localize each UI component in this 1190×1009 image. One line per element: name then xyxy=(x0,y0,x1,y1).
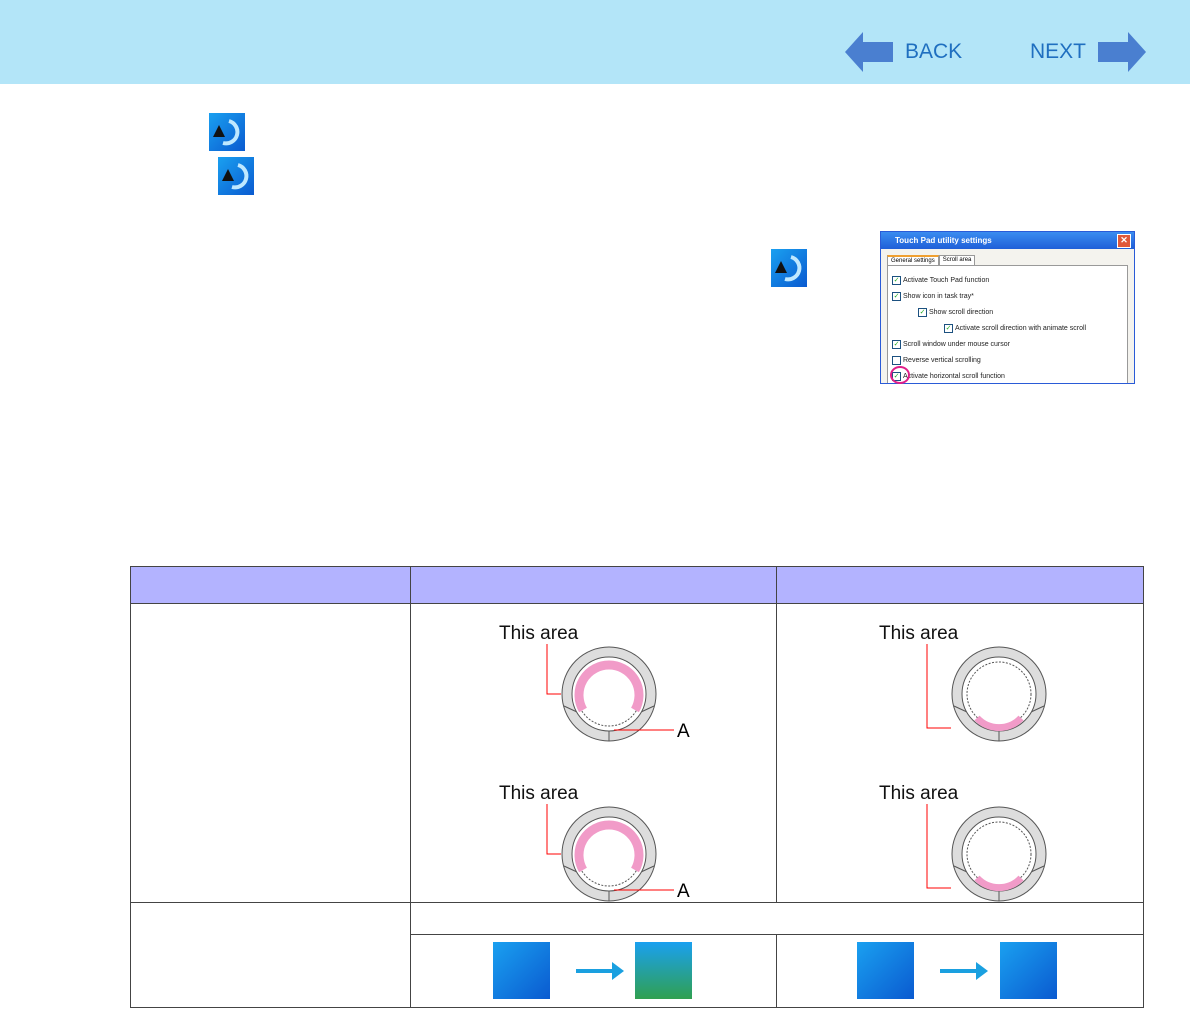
this-area-label: This area xyxy=(499,624,579,644)
header-cell xyxy=(410,566,777,604)
option-checkbox[interactable]: Reverse vertical scrolling xyxy=(888,352,1127,368)
vertical-scroll-icon xyxy=(635,942,692,999)
a-label: A xyxy=(677,721,690,742)
checkbox-icon[interactable]: ✓ xyxy=(918,307,927,317)
checkbox-icon[interactable] xyxy=(892,355,901,365)
touchpad-utility-icon xyxy=(209,113,245,151)
icon-header-cell xyxy=(410,902,1144,935)
touchpad-settings-dialog: Touch Pad utility settings ✕ General sett… xyxy=(880,231,1135,384)
this-area-label: This area xyxy=(499,784,579,804)
option-checkbox[interactable]: ✓ Show icon in task tray* xyxy=(888,288,1127,304)
option-label: Activate Touch Pad function xyxy=(903,276,990,284)
option-label: Activate horizontal scroll function xyxy=(903,372,1005,380)
tab-scroll-area[interactable]: Scroll area xyxy=(938,255,976,265)
row-label-cell xyxy=(130,603,411,903)
this-area-label: This area xyxy=(879,784,959,804)
option-checkbox[interactable]: ✓ Show scroll direction xyxy=(888,304,1127,320)
checkbox-icon[interactable]: ✓ xyxy=(944,323,953,333)
option-label: Show scroll direction xyxy=(929,308,994,316)
arrow-right-icon xyxy=(940,962,988,980)
option-checkbox[interactable]: ✓ Activate Touch Pad function xyxy=(888,272,1127,288)
touchpad-icon xyxy=(493,942,550,999)
back-label: BACK xyxy=(905,40,963,63)
next-button[interactable]: NEXT xyxy=(1030,30,1148,74)
row-label-cell xyxy=(130,902,411,1008)
horizontal-scroll-diagrams: This area This area xyxy=(777,604,1143,902)
highlight-circle xyxy=(890,366,910,384)
option-label: Reverse vertical scrolling xyxy=(903,356,981,364)
checkbox-icon[interactable]: ✓ xyxy=(892,291,901,301)
option-label: Scroll window under mouse cursor xyxy=(903,340,1010,348)
touchpad-icon xyxy=(857,942,914,999)
touchpad-utility-icon[interactable] xyxy=(771,249,807,287)
option-checkbox[interactable]: ✓ Activate scroll direction with animate … xyxy=(888,320,1127,336)
option-checkbox[interactable]: ✓ Scroll window under mouse cursor xyxy=(888,336,1127,352)
arrow-right-icon xyxy=(576,962,624,980)
option-label: Show icon in task tray* xyxy=(903,292,974,300)
tab-general-settings[interactable]: General settings xyxy=(887,255,939,265)
option-checkbox[interactable]: ✓ Activate horizontal scroll function xyxy=(888,368,1127,383)
header-cell xyxy=(130,566,411,604)
dialog-title: Touch Pad utility settings xyxy=(895,236,992,245)
back-arrow-icon xyxy=(845,32,893,72)
checkbox-icon[interactable]: ✓ xyxy=(892,339,901,349)
next-label: NEXT xyxy=(1030,40,1087,63)
vertical-icon-change xyxy=(411,935,776,1007)
touchpad-diagram: This area xyxy=(879,624,1047,742)
horizontal-scroll-icon xyxy=(1000,942,1057,999)
next-arrow-icon xyxy=(1098,32,1147,72)
a-label: A xyxy=(677,881,690,902)
scroll-table: This area A This area A This area This area xyxy=(130,566,1144,1008)
touchpad-diagram: This area A xyxy=(499,624,690,742)
options-list: ✓ Activate Touch Pad function ✓ Show icon i… xyxy=(887,265,1128,383)
option-label: Activate scroll direction with animate s… xyxy=(955,324,1087,332)
horizontal-icon-change xyxy=(777,935,1143,1007)
header-bar: BACK NEXT xyxy=(0,0,1190,84)
vertical-scroll-diagrams: This area A This area A xyxy=(411,604,776,902)
touchpad-diagram: This area A xyxy=(499,784,690,902)
header-cell xyxy=(776,566,1144,604)
checkbox-icon[interactable]: ✓ xyxy=(892,275,901,285)
back-button[interactable]: BACK xyxy=(843,30,962,74)
touchpad-diagram: This area xyxy=(879,784,1047,902)
this-area-label: This area xyxy=(879,624,959,644)
touchpad-utility-icon xyxy=(218,157,254,195)
close-icon[interactable]: ✕ xyxy=(1117,234,1131,248)
